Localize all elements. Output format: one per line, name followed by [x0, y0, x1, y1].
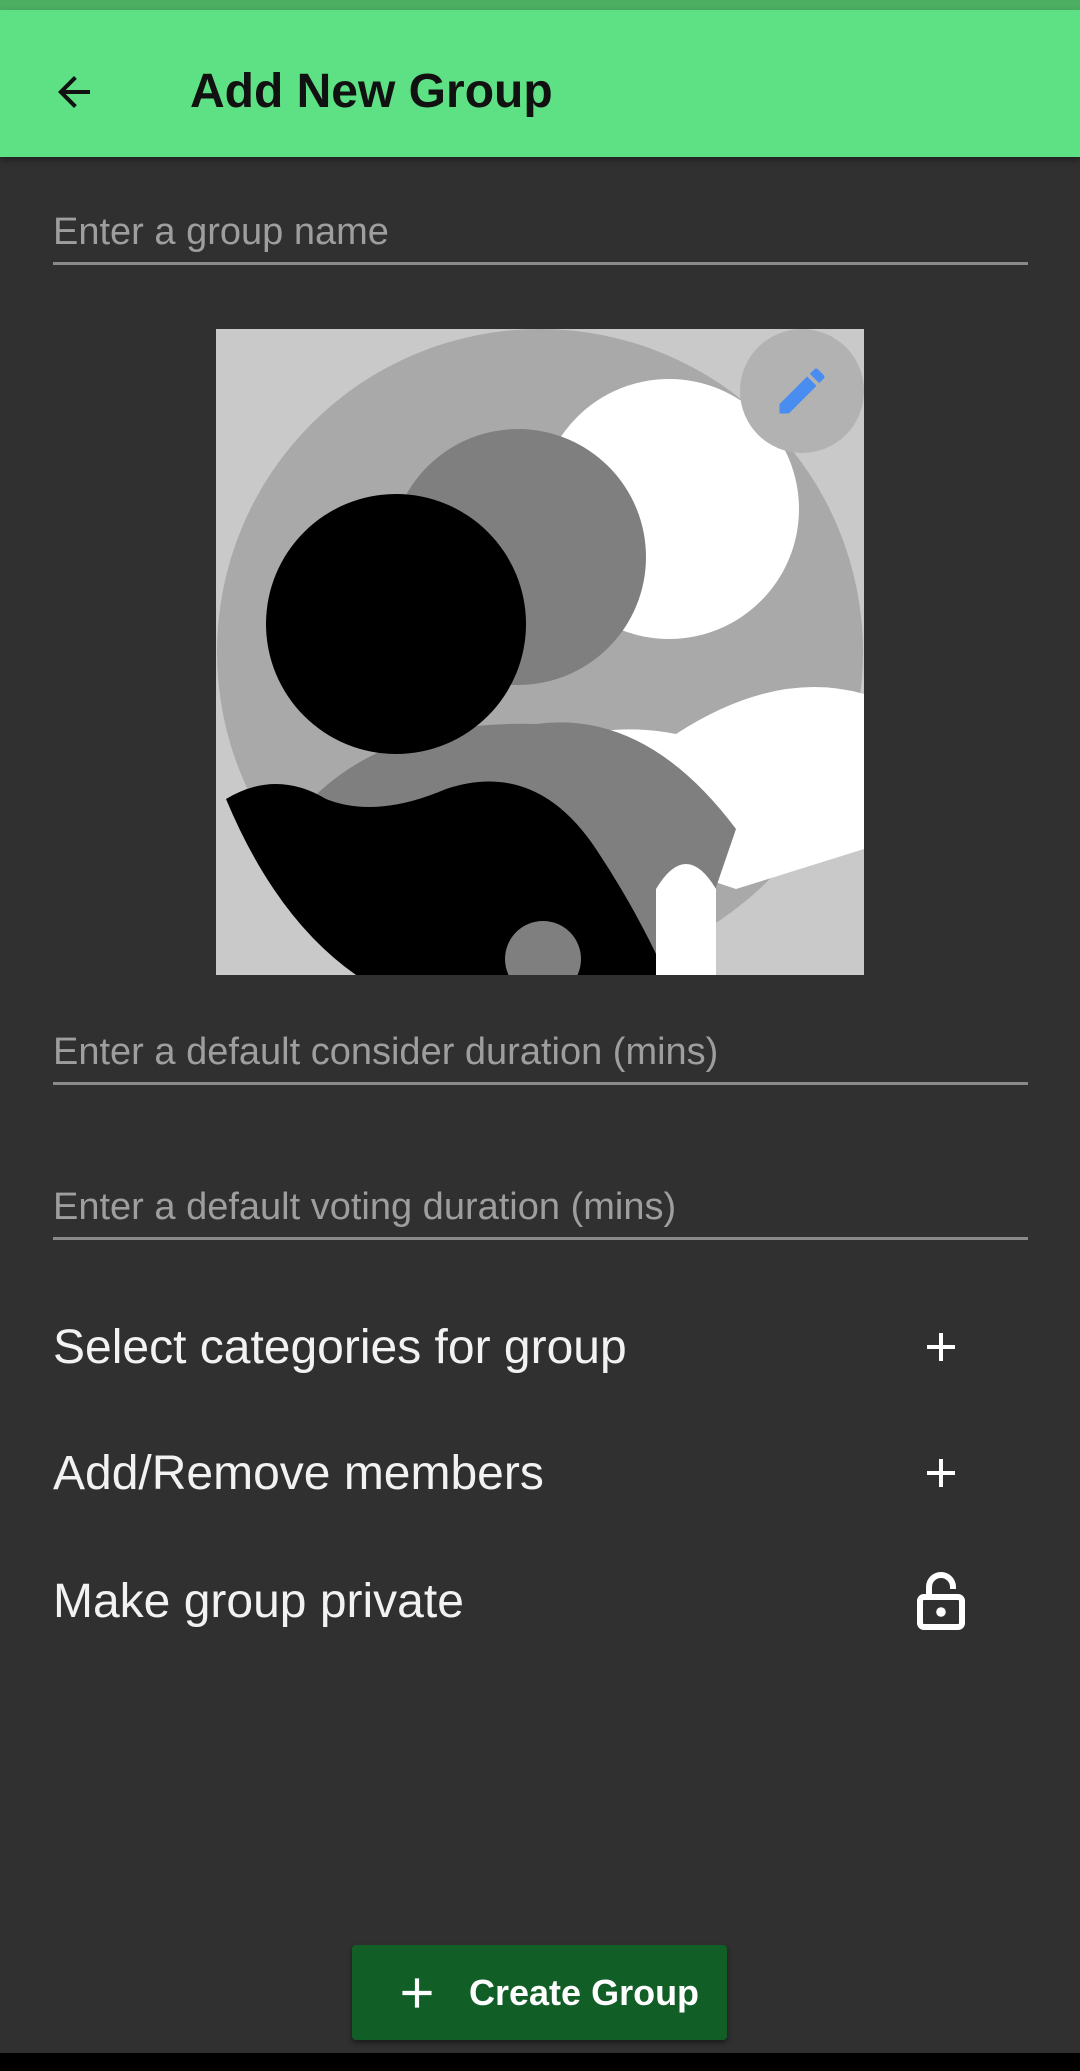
app-bar: Add New Group [0, 10, 1080, 157]
consider-duration-input[interactable] [53, 1022, 1028, 1082]
plus-icon [927, 1333, 955, 1361]
unlocked-lock-icon [917, 1572, 965, 1630]
select-categories-label: Select categories for group [53, 1320, 627, 1374]
arrow-left-icon [58, 76, 90, 108]
back-button[interactable] [34, 52, 114, 132]
page-title: Add New Group [190, 65, 553, 118]
select-categories-button[interactable] [909, 1315, 973, 1379]
voting-duration-field [53, 1177, 1028, 1240]
plus-icon [927, 1459, 955, 1487]
make-private-label: Make group private [53, 1574, 464, 1628]
edit-image-button[interactable] [740, 329, 864, 453]
group-name-input[interactable] [53, 202, 1028, 262]
make-private-toggle[interactable] [909, 1569, 973, 1633]
plus-icon [402, 1977, 432, 2008]
create-group-plus [392, 1968, 442, 2018]
group-name-field [53, 202, 1028, 265]
consider-duration-field [53, 1022, 1028, 1085]
add-remove-members-row[interactable]: Add/Remove members [53, 1428, 973, 1518]
status-bar-strip [0, 0, 1080, 10]
voting-duration-input[interactable] [53, 1177, 1028, 1237]
select-categories-row[interactable]: Select categories for group [53, 1302, 973, 1392]
create-group-label: Create Group [469, 1971, 700, 2013]
create-group-button[interactable]: Create Group [352, 1945, 727, 2040]
add-remove-members-label: Add/Remove members [53, 1446, 544, 1500]
navigation-bar-strip [0, 2053, 1080, 2071]
make-private-row[interactable]: Make group private [53, 1556, 973, 1646]
pencil-icon [779, 368, 825, 414]
add-remove-members-button[interactable] [909, 1441, 973, 1505]
